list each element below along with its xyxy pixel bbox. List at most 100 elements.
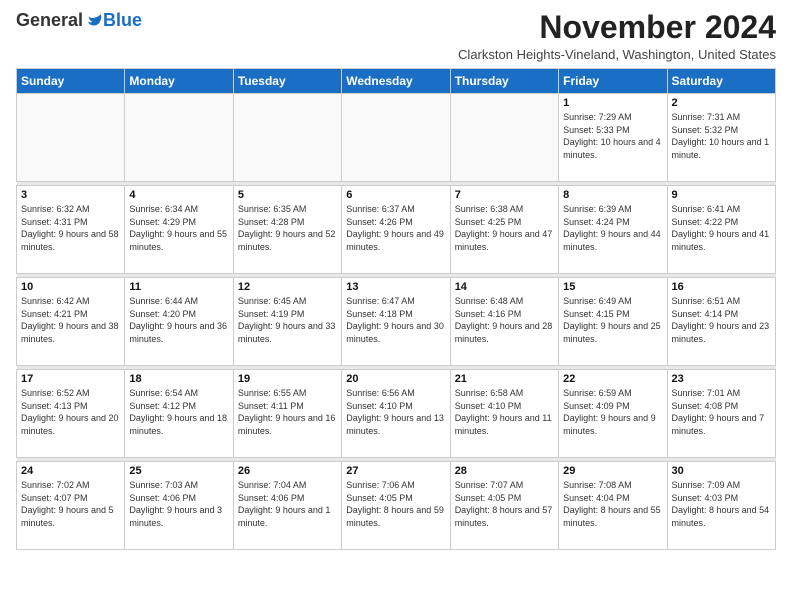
day-number: 21 <box>455 373 554 385</box>
calendar: Sunday Monday Tuesday Wednesday Thursday… <box>16 68 776 550</box>
table-row: 23 Sunrise: 7:01 AM Sunset: 4:08 PM Dayli… <box>667 370 775 458</box>
day-info: Sunrise: 6:56 AM Sunset: 4:10 PM Dayligh… <box>346 387 445 437</box>
day-info: Sunrise: 6:41 AM Sunset: 4:22 PM Dayligh… <box>672 203 771 253</box>
table-row: 25 Sunrise: 7:03 AM Sunset: 4:06 PM Dayli… <box>125 462 233 550</box>
day-number: 17 <box>21 373 120 385</box>
col-monday: Monday <box>125 69 233 94</box>
day-info: Sunrise: 7:01 AM Sunset: 4:08 PM Dayligh… <box>672 387 771 437</box>
day-number: 25 <box>129 465 228 477</box>
day-number: 7 <box>455 189 554 201</box>
table-row <box>233 94 341 182</box>
day-info: Sunrise: 7:29 AM Sunset: 5:33 PM Dayligh… <box>563 111 662 161</box>
table-row: 26 Sunrise: 7:04 AM Sunset: 4:06 PM Dayli… <box>233 462 341 550</box>
day-info: Sunrise: 7:09 AM Sunset: 4:03 PM Dayligh… <box>672 479 771 529</box>
page: General Blue November 2024 Clarkston Hei… <box>0 0 792 558</box>
day-info: Sunrise: 6:59 AM Sunset: 4:09 PM Dayligh… <box>563 387 662 437</box>
table-row: 14Sunrise: 6:48 AM Sunset: 4:16 PM Dayli… <box>450 278 558 366</box>
day-number: 18 <box>129 373 228 385</box>
table-row: 24Sunrise: 7:02 AM Sunset: 4:07 PM Dayli… <box>17 462 125 550</box>
day-info: Sunrise: 6:48 AM Sunset: 4:16 PM Dayligh… <box>455 295 554 345</box>
day-number: 16 <box>672 281 771 293</box>
day-info: Sunrise: 6:55 AM Sunset: 4:11 PM Dayligh… <box>238 387 337 437</box>
table-row: 18Sunrise: 6:54 AM Sunset: 4:12 PM Dayli… <box>125 370 233 458</box>
table-row: 22 Sunrise: 6:59 AM Sunset: 4:09 PM Dayli… <box>559 370 667 458</box>
day-number: 6 <box>346 189 445 201</box>
table-row: 21Sunrise: 6:58 AM Sunset: 4:10 PM Dayli… <box>450 370 558 458</box>
day-number: 29 <box>563 465 662 477</box>
col-saturday: Saturday <box>667 69 775 94</box>
day-info: Sunrise: 7:07 AM Sunset: 4:05 PM Dayligh… <box>455 479 554 529</box>
table-row: 27 Sunrise: 7:06 AM Sunset: 4:05 PM Dayli… <box>342 462 450 550</box>
day-info: Sunrise: 6:35 AM Sunset: 4:28 PM Dayligh… <box>238 203 337 253</box>
day-info: Sunrise: 7:03 AM Sunset: 4:06 PM Dayligh… <box>129 479 228 529</box>
day-info: Sunrise: 7:08 AM Sunset: 4:04 PM Dayligh… <box>563 479 662 529</box>
day-info: Sunrise: 6:44 AM Sunset: 4:20 PM Dayligh… <box>129 295 228 345</box>
day-number: 1 <box>563 97 662 109</box>
header: General Blue November 2024 Clarkston Hei… <box>16 10 776 62</box>
calendar-week-row: 10 Sunrise: 6:42 AM Sunset: 4:21 PM Dayli… <box>17 278 776 366</box>
table-row: 10 Sunrise: 6:42 AM Sunset: 4:21 PM Dayli… <box>17 278 125 366</box>
col-tuesday: Tuesday <box>233 69 341 94</box>
table-row: 2Sunrise: 7:31 AM Sunset: 5:32 PM Daylig… <box>667 94 775 182</box>
day-number: 4 <box>129 189 228 201</box>
col-wednesday: Wednesday <box>342 69 450 94</box>
table-row: 13Sunrise: 6:47 AM Sunset: 4:18 PM Dayli… <box>342 278 450 366</box>
day-number: 23 <box>672 373 771 385</box>
col-friday: Friday <box>559 69 667 94</box>
table-row <box>450 94 558 182</box>
table-row <box>125 94 233 182</box>
table-row: 28 Sunrise: 7:07 AM Sunset: 4:05 PM Dayli… <box>450 462 558 550</box>
day-info: Sunrise: 7:06 AM Sunset: 4:05 PM Dayligh… <box>346 479 445 529</box>
day-number: 11 <box>129 281 228 293</box>
logo: General Blue <box>16 10 142 31</box>
table-row: 16 Sunrise: 6:51 AM Sunset: 4:14 PM Dayli… <box>667 278 775 366</box>
day-number: 8 <box>563 189 662 201</box>
table-row: 7 Sunrise: 6:38 AM Sunset: 4:25 PM Daylig… <box>450 186 558 274</box>
day-number: 26 <box>238 465 337 477</box>
calendar-week-row: 3 Sunrise: 6:32 AM Sunset: 4:31 PM Daylig… <box>17 186 776 274</box>
day-info: Sunrise: 6:45 AM Sunset: 4:19 PM Dayligh… <box>238 295 337 345</box>
calendar-week-row: 1 Sunrise: 7:29 AM Sunset: 5:33 PM Daylig… <box>17 94 776 182</box>
table-row: 8 Sunrise: 6:39 AM Sunset: 4:24 PM Daylig… <box>559 186 667 274</box>
logo-general: General <box>16 10 83 31</box>
calendar-week-row: 24Sunrise: 7:02 AM Sunset: 4:07 PM Dayli… <box>17 462 776 550</box>
subtitle: Clarkston Heights-Vineland, Washington, … <box>458 47 776 62</box>
table-row: 1 Sunrise: 7:29 AM Sunset: 5:33 PM Daylig… <box>559 94 667 182</box>
table-row: 9Sunrise: 6:41 AM Sunset: 4:22 PM Daylig… <box>667 186 775 274</box>
day-number: 28 <box>455 465 554 477</box>
day-info: Sunrise: 7:02 AM Sunset: 4:07 PM Dayligh… <box>21 479 120 529</box>
day-number: 10 <box>21 281 120 293</box>
day-info: Sunrise: 6:39 AM Sunset: 4:24 PM Dayligh… <box>563 203 662 253</box>
month-title: November 2024 <box>458 10 776 45</box>
table-row: 15 Sunrise: 6:49 AM Sunset: 4:15 PM Dayli… <box>559 278 667 366</box>
day-info: Sunrise: 7:04 AM Sunset: 4:06 PM Dayligh… <box>238 479 337 529</box>
calendar-week-row: 17Sunrise: 6:52 AM Sunset: 4:13 PM Dayli… <box>17 370 776 458</box>
table-row: 30 Sunrise: 7:09 AM Sunset: 4:03 PM Dayli… <box>667 462 775 550</box>
day-number: 27 <box>346 465 445 477</box>
table-row: 11 Sunrise: 6:44 AM Sunset: 4:20 PM Dayli… <box>125 278 233 366</box>
col-thursday: Thursday <box>450 69 558 94</box>
calendar-header-row: Sunday Monday Tuesday Wednesday Thursday… <box>17 69 776 94</box>
day-number: 20 <box>346 373 445 385</box>
table-row: 4 Sunrise: 6:34 AM Sunset: 4:29 PM Daylig… <box>125 186 233 274</box>
table-row <box>17 94 125 182</box>
day-number: 12 <box>238 281 337 293</box>
col-sunday: Sunday <box>17 69 125 94</box>
day-info: Sunrise: 6:32 AM Sunset: 4:31 PM Dayligh… <box>21 203 120 253</box>
day-info: Sunrise: 6:51 AM Sunset: 4:14 PM Dayligh… <box>672 295 771 345</box>
day-info: Sunrise: 6:42 AM Sunset: 4:21 PM Dayligh… <box>21 295 120 345</box>
table-row: 5 Sunrise: 6:35 AM Sunset: 4:28 PM Daylig… <box>233 186 341 274</box>
table-row: 12 Sunrise: 6:45 AM Sunset: 4:19 PM Dayli… <box>233 278 341 366</box>
day-number: 22 <box>563 373 662 385</box>
day-info: Sunrise: 6:34 AM Sunset: 4:29 PM Dayligh… <box>129 203 228 253</box>
day-number: 30 <box>672 465 771 477</box>
day-number: 5 <box>238 189 337 201</box>
day-info: Sunrise: 7:31 AM Sunset: 5:32 PM Dayligh… <box>672 111 771 161</box>
logo-blue: Blue <box>103 10 142 31</box>
day-info: Sunrise: 6:38 AM Sunset: 4:25 PM Dayligh… <box>455 203 554 253</box>
day-number: 15 <box>563 281 662 293</box>
day-info: Sunrise: 6:49 AM Sunset: 4:15 PM Dayligh… <box>563 295 662 345</box>
title-block: November 2024 Clarkston Heights-Vineland… <box>458 10 776 62</box>
day-number: 3 <box>21 189 120 201</box>
table-row: 29 Sunrise: 7:08 AM Sunset: 4:04 PM Dayli… <box>559 462 667 550</box>
